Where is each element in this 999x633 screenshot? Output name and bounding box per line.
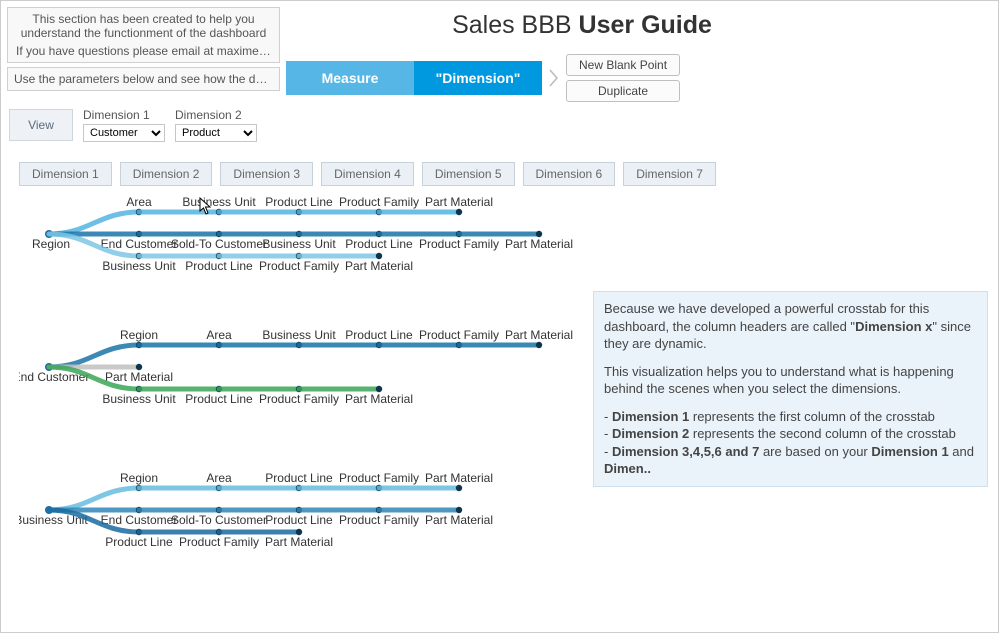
- tab-dimension-1[interactable]: Dimension 1: [19, 162, 112, 186]
- svg-text:Part Material: Part Material: [105, 370, 173, 384]
- dimension-tabs: Dimension 1 Dimension 2 Dimension 3 Dime…: [1, 148, 998, 194]
- dimension-2-label: Dimension 2: [175, 108, 257, 122]
- svg-text:Product Line: Product Line: [265, 195, 333, 209]
- svg-text:Region: Region: [32, 237, 70, 251]
- svg-text:Business Unit: Business Unit: [182, 195, 256, 209]
- svg-text:Product Line: Product Line: [265, 513, 333, 527]
- tree-business-unit: Business UnitRegionAreaProduct LineProdu…: [19, 470, 589, 550]
- svg-text:Product Line: Product Line: [345, 328, 413, 342]
- tab-dimension-7[interactable]: Dimension 7: [623, 162, 716, 186]
- svg-text:Product Family: Product Family: [259, 392, 339, 406]
- svg-text:Product Family: Product Family: [339, 513, 419, 527]
- svg-text:Product Family: Product Family: [339, 471, 419, 485]
- svg-text:Area: Area: [206, 471, 232, 485]
- svg-text:Product Family: Product Family: [259, 259, 339, 273]
- svg-text:Part Material: Part Material: [425, 513, 493, 527]
- dimension-1-select[interactable]: Customer: [83, 124, 165, 142]
- help-text-box: This section has been created to help yo…: [7, 7, 280, 63]
- dimension-2-select[interactable]: Product: [175, 124, 257, 142]
- svg-text:End Customer: End Customer: [101, 237, 178, 251]
- svg-text:Product Family: Product Family: [179, 535, 259, 549]
- svg-text:Part Material: Part Material: [505, 328, 573, 342]
- svg-text:Product Family: Product Family: [419, 237, 499, 251]
- svg-text:End Customer: End Customer: [101, 513, 178, 527]
- tab-dimension-6[interactable]: Dimension 6: [523, 162, 616, 186]
- svg-text:Area: Area: [206, 328, 232, 342]
- segment-dimension[interactable]: "Dimension": [414, 61, 542, 95]
- tab-dimension-2[interactable]: Dimension 2: [120, 162, 213, 186]
- svg-text:Part Material: Part Material: [345, 392, 413, 406]
- duplicate-button[interactable]: Duplicate: [566, 80, 680, 102]
- tree-end-customer: End CustomerRegionAreaBusiness UnitProdu…: [19, 327, 589, 417]
- svg-text:Part Material: Part Material: [505, 237, 573, 251]
- svg-text:Part Material: Part Material: [265, 535, 333, 549]
- new-blank-point-button[interactable]: New Blank Point: [566, 54, 680, 76]
- parameters-hint-box: Use the parameters below and see how the…: [7, 67, 280, 91]
- path-segmented-control: Measure "Dimension": [286, 61, 542, 95]
- svg-text:Product Family: Product Family: [419, 328, 499, 342]
- svg-text:Business Unit: Business Unit: [102, 392, 176, 406]
- svg-text:Region: Region: [120, 328, 158, 342]
- view-button[interactable]: View: [9, 109, 73, 141]
- svg-text:Sold-To Customer: Sold-To Customer: [171, 513, 267, 527]
- svg-text:Product Line: Product Line: [345, 237, 413, 251]
- help-line-1: This section has been created to help yo…: [16, 12, 271, 40]
- svg-text:Business Unit: Business Unit: [102, 259, 176, 273]
- svg-text:Part Material: Part Material: [425, 195, 493, 209]
- help-line-2: If you have questions please email at ma…: [16, 44, 271, 58]
- svg-text:Product Family: Product Family: [339, 195, 419, 209]
- dimension-1-label: Dimension 1: [83, 108, 165, 122]
- tab-dimension-5[interactable]: Dimension 5: [422, 162, 515, 186]
- tab-dimension-4[interactable]: Dimension 4: [321, 162, 414, 186]
- svg-text:Product Line: Product Line: [185, 392, 253, 406]
- chevron-right-icon: [542, 68, 566, 88]
- svg-text:Product Line: Product Line: [105, 535, 173, 549]
- svg-text:Product Line: Product Line: [185, 259, 253, 273]
- svg-text:Sold-To Customer: Sold-To Customer: [171, 237, 267, 251]
- svg-text:Product Line: Product Line: [265, 471, 333, 485]
- explanation-panel: Because we have developed a powerful cro…: [593, 291, 988, 487]
- segment-measure[interactable]: Measure: [286, 61, 414, 95]
- page-title: Sales BBB User Guide: [286, 11, 998, 40]
- svg-text:Area: Area: [126, 195, 152, 209]
- tree-region: Region Area Business Unit Product Line Produ…: [19, 194, 589, 274]
- svg-text:Business Unit: Business Unit: [262, 237, 336, 251]
- svg-text:Region: Region: [120, 471, 158, 485]
- svg-text:Part Material: Part Material: [345, 259, 413, 273]
- svg-text:Part Material: Part Material: [425, 471, 493, 485]
- svg-text:Business Unit: Business Unit: [262, 328, 336, 342]
- tab-dimension-3[interactable]: Dimension 3: [220, 162, 313, 186]
